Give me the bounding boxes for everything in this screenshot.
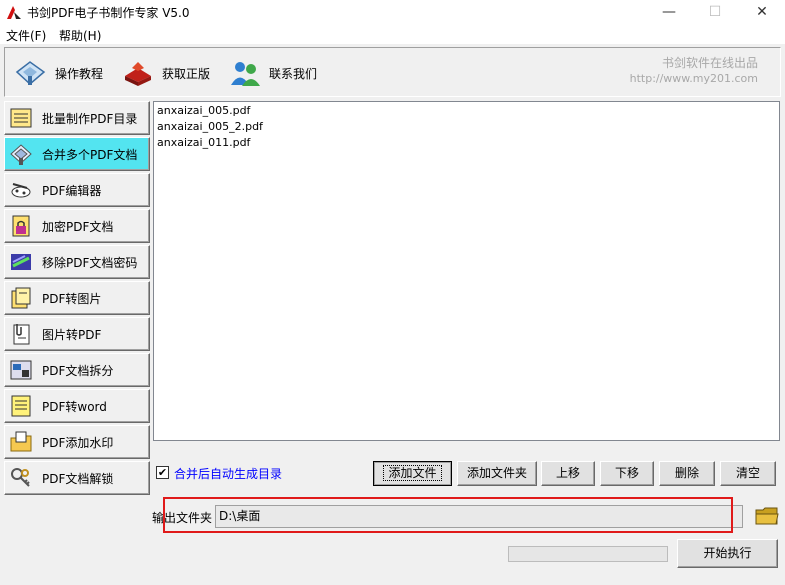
tutorial-button[interactable]: 操作教程 <box>13 56 103 90</box>
sidebar-item-label: PDF添加水印 <box>42 435 114 450</box>
sidebar-item-batch-toc[interactable]: 批量制作PDF目录 <box>4 101 150 135</box>
progress-bar <box>508 546 668 562</box>
menu-file[interactable]: 文件(F) <box>6 27 46 44</box>
sidebar-item-pdf-to-word[interactable]: PDF转word <box>4 389 150 423</box>
split-icon <box>8 357 34 383</box>
file-list[interactable]: anxaizai_005.pdf anxaizai_005_2.pdf anxa… <box>153 101 780 441</box>
title-bar: 书剑PDF电子书制作专家 V5.0 — ☐ ✕ <box>0 0 785 24</box>
buy-button[interactable]: 获取正版 <box>120 56 210 90</box>
buy-label: 获取正版 <box>162 66 211 81</box>
sidebar-item-image-to-pdf[interactable]: 图片转PDF <box>4 317 150 351</box>
add-file-label: 添加文件 <box>383 465 442 481</box>
sidebar-item-label: 加密PDF文档 <box>42 219 114 234</box>
start-button[interactable]: 开始执行 <box>677 539 778 568</box>
minimize-button[interactable]: — <box>646 0 692 24</box>
lock-document-icon <box>8 213 34 239</box>
sidebar-item-label: PDF转word <box>42 399 107 414</box>
tutorial-label: 操作教程 <box>55 66 104 81</box>
sidebar-item-label: 合并多个PDF文档 <box>42 147 138 162</box>
merge-pages-icon <box>8 141 34 167</box>
sidebar-item-pdf-to-image[interactable]: PDF转图片 <box>4 281 150 315</box>
contact-label: 联系我们 <box>269 66 318 81</box>
auto-toc-label[interactable]: 合并后自动生成目录 <box>174 465 282 482</box>
brand-name: 书剑软件在线出品 <box>661 56 758 70</box>
add-file-button[interactable]: 添加文件 <box>373 461 452 486</box>
window-title: 书剑PDF电子书制作专家 V5.0 <box>27 6 190 20</box>
move-up-button[interactable]: 上移 <box>541 461 595 486</box>
sidebar-item-label: PDF编辑器 <box>42 183 102 198</box>
move-down-button[interactable]: 下移 <box>600 461 654 486</box>
close-button[interactable]: ✕ <box>739 0 785 24</box>
list-item[interactable]: anxaizai_005_2.pdf <box>157 120 263 133</box>
remove-password-icon <box>8 249 34 275</box>
menu-help[interactable]: 帮助(H) <box>59 27 101 44</box>
delete-button[interactable]: 删除 <box>659 461 715 486</box>
sidebar-item-label: PDF文档解锁 <box>42 471 114 486</box>
buy-icon <box>120 57 156 89</box>
list-item[interactable]: anxaizai_011.pdf <box>157 136 250 149</box>
sidebar-item-encrypt-pdf[interactable]: 加密PDF文档 <box>4 209 150 243</box>
sidebar-item-unlock-pdf[interactable]: PDF文档解锁 <box>4 461 150 495</box>
document-clip-icon <box>8 321 34 347</box>
highlight-box <box>163 497 733 533</box>
watermark-folder-icon <box>8 429 34 455</box>
sidebar-item-pdf-editor[interactable]: PDF编辑器 <box>4 173 150 207</box>
sidebar-item-label: PDF转图片 <box>42 291 102 306</box>
list-item[interactable]: anxaizai_005.pdf <box>157 104 250 117</box>
word-note-icon <box>8 393 34 419</box>
sidebar-item-remove-password[interactable]: 移除PDF文档密码 <box>4 245 150 279</box>
edit-icon <box>8 177 34 203</box>
contact-users-icon <box>227 57 263 89</box>
image-icon <box>8 285 34 311</box>
toolbar: 操作教程 获取正版 联系我们 书剑软件在线出品 http://www.my201… <box>4 47 781 97</box>
browse-folder-icon[interactable] <box>755 505 779 527</box>
sidebar-item-merge-pdf[interactable]: 合并多个PDF文档 <box>4 137 150 171</box>
sidebar-item-label: 图片转PDF <box>42 327 102 342</box>
tutorial-icon <box>13 57 49 89</box>
sidebar-item-add-watermark[interactable]: PDF添加水印 <box>4 425 150 459</box>
brand-url: http://www.my201.com <box>629 72 758 85</box>
sidebar-item-label: PDF文档拆分 <box>42 363 114 378</box>
contact-button[interactable]: 联系我们 <box>227 56 317 90</box>
menu-bar: 文件(F) 帮助(H) <box>0 24 785 44</box>
keys-icon <box>8 465 34 491</box>
sidebar-item-label: 移除PDF文档密码 <box>42 255 138 270</box>
brand-watermark: 书剑软件在线出品 http://www.my201.com <box>630 56 758 86</box>
app-logo-icon <box>7 6 21 19</box>
clear-button[interactable]: 清空 <box>720 461 776 486</box>
add-folder-button[interactable]: 添加文件夹 <box>457 461 537 486</box>
sidebar-item-split-pdf[interactable]: PDF文档拆分 <box>4 353 150 387</box>
notepad-icon <box>8 105 34 131</box>
auto-toc-checkbox[interactable]: ✔ <box>156 466 169 479</box>
maximize-button[interactable]: ☐ <box>692 0 738 24</box>
sidebar-item-label: 批量制作PDF目录 <box>42 111 138 126</box>
